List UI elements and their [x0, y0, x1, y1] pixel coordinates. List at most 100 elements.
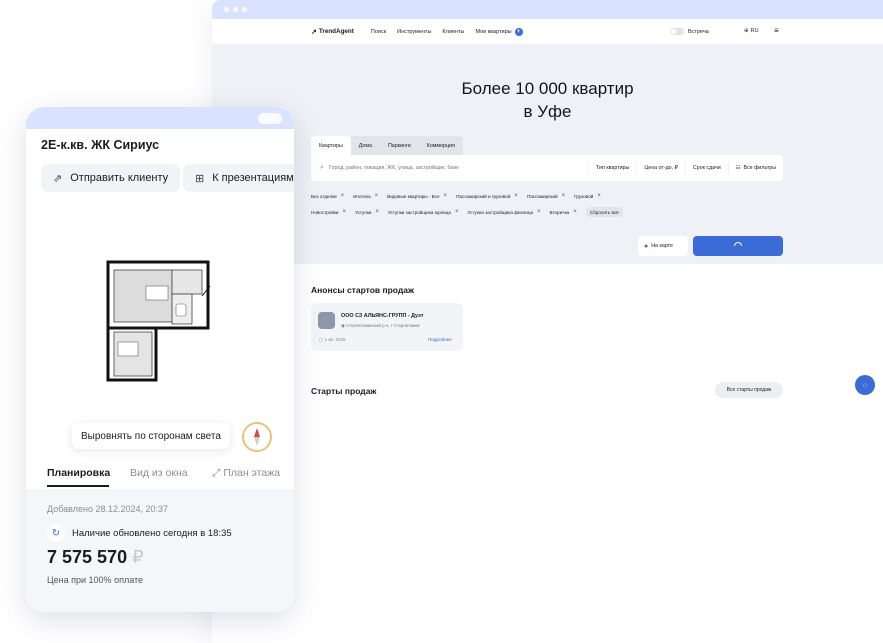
chip-label: Уступки застройщика физлица — [467, 209, 534, 215]
currency-sign: ₽ — [132, 547, 144, 567]
plus-icon: + — [514, 27, 523, 36]
chip-label: Пассажирский — [526, 193, 558, 199]
meeting-toggle[interactable] — [670, 28, 684, 35]
close-icon[interactable]: × — [562, 193, 566, 199]
reset-filters-button[interactable]: Сбросить всё — [585, 207, 623, 217]
filter-chip[interactable]: Уступки × — [355, 207, 379, 217]
close-icon[interactable]: × — [375, 209, 379, 215]
filter-chip[interactable]: Пассажирский и грузовой × — [456, 191, 518, 201]
price: 7 575 570 ₽ — [47, 547, 144, 568]
browser-title-bar — [212, 0, 883, 19]
all-starts-button[interactable]: Все старты продаж — [715, 382, 783, 398]
filter-label: Тип квартиры — [596, 165, 630, 171]
tab-floor-plan[interactable]: ⤢ План этажа — [212, 467, 280, 480]
close-icon[interactable]: × — [573, 209, 577, 215]
map-button[interactable]: ● На карте — [638, 236, 688, 256]
close-icon[interactable]: × — [342, 209, 346, 215]
phone-status-bar — [26, 107, 294, 129]
logo-text: TrendAgent — [318, 28, 354, 35]
filter-chip[interactable]: Вторичка × — [550, 207, 577, 217]
more-link[interactable]: Подробнее — [428, 337, 452, 342]
tab-apartments[interactable]: Квартиры — [311, 136, 351, 155]
active-tab-underline — [47, 485, 109, 487]
close-icon[interactable]: × — [341, 193, 345, 199]
close-icon[interactable]: × — [597, 193, 601, 199]
mobile-phone-frame: 2Е-к.кв. ЖК Сириус ⇗ Отправить клиенту ⊞… — [26, 107, 294, 612]
nav-item-my-apartments[interactable]: Мои квартиры + — [475, 27, 523, 36]
filter-deadline[interactable]: Срок сдачи — [684, 162, 728, 174]
apartment-info-panel: Добавлено 28.12.2024, 20:37 ↻ Наличие об… — [26, 489, 294, 612]
all-filters-button[interactable]: ☷ Все фильтры — [727, 162, 783, 174]
send-icon: ⇗ — [53, 172, 63, 185]
active-filter-chips: Без отделки × Ипотека × Видовые квартиры -… — [311, 191, 631, 217]
filter-label: Все фильтры — [743, 165, 776, 171]
close-icon[interactable]: × — [444, 193, 448, 199]
meeting-label: Встреча — [688, 28, 709, 35]
filter-chip[interactable]: Без отделки × — [311, 191, 344, 201]
added-date: Добавлено 28.12.2024, 20:37 — [47, 504, 169, 514]
filter-chip[interactable]: Грузовой × — [574, 191, 601, 201]
close-icon[interactable]: × — [375, 193, 379, 199]
button-label: К презентациям — [212, 172, 294, 184]
filter-chip[interactable]: Уступки застройщика физлица × — [467, 207, 540, 217]
filter-label: Цена от-до, ₽ — [644, 165, 678, 171]
nav-item-label: Мои квартиры — [475, 28, 512, 35]
tab-houses[interactable]: Дома — [350, 136, 380, 155]
address-text: Стерлитамакский р-н, г Стерлитамак — [345, 323, 420, 328]
nav-item-clients[interactable]: Клиенты — [442, 28, 464, 36]
chip-label: Уступки застройщика юрлица — [387, 209, 451, 215]
chat-icon[interactable]: ◌ — [855, 375, 875, 395]
show-results-button[interactable] — [693, 236, 783, 256]
filter-apartment-type[interactable]: Тип квартиры — [588, 162, 636, 174]
announcement-date: ▢ 1 кв. 2025 — [319, 337, 346, 343]
chip-label: Вторичка — [549, 209, 570, 215]
expand-icon: ⤢ — [212, 467, 221, 479]
announcements-title: Анонсы стартов продаж — [311, 285, 415, 295]
tab-window-view[interactable]: Вид из окна — [130, 467, 188, 479]
add-to-presentation-button[interactable]: ⊞ К презентациям — [183, 164, 294, 192]
search-bar: ⌕ Тип квартиры Цена от-до, ₽ Срок сдачи … — [311, 155, 783, 181]
tab-layout[interactable]: Планировка — [47, 467, 110, 479]
compass-icon[interactable] — [242, 422, 272, 452]
send-to-client-button[interactable]: ⇗ Отправить клиенту — [41, 164, 181, 192]
main-nav: Поиск Инструменты Клиенты Мои квартиры + — [371, 27, 523, 36]
compass-needle — [254, 428, 260, 446]
close-icon[interactable]: × — [537, 209, 541, 215]
nav-item-tools[interactable]: Инструменты — [397, 28, 431, 36]
tab-parking[interactable]: Паркинги — [379, 136, 419, 155]
chip-label: Пассажирский и грузовой — [456, 193, 511, 199]
announcement-title: ООО СЗ АЛЬЯНС-ГРУПП - Дуэт — [341, 313, 424, 319]
filter-chip[interactable]: Новостройки × — [311, 207, 346, 217]
price-value: 7 575 570 — [47, 547, 128, 567]
filter-chip[interactable]: Ипотека × — [353, 191, 378, 201]
close-icon[interactable]: × — [514, 193, 518, 199]
nav-item-search[interactable]: Поиск — [371, 28, 386, 36]
close-icon[interactable]: × — [455, 209, 459, 215]
hero-title: Более 10 000 квартир в Уфе — [461, 79, 634, 121]
tab-commercial[interactable]: Коммерция — [418, 136, 463, 155]
language-label: RU — [750, 28, 759, 34]
chip-label: Уступки — [354, 209, 372, 215]
desktop-browser-window: ↗ TrendAgent Поиск Инструменты Клиенты М… — [212, 0, 883, 643]
property-type-tabs: Квартиры Дома Паркинги Коммерция — [311, 136, 463, 155]
filter-chip[interactable]: Пассажирский × — [527, 191, 565, 201]
filter-label: Срок сдачи — [692, 165, 721, 171]
search-input[interactable] — [329, 165, 589, 171]
filter-chip[interactable]: Видовые квартиры - Все × — [387, 191, 447, 201]
calendar-icon: ▢ — [319, 337, 324, 342]
apartment-title: 2Е-к.кв. ЖК Сириус — [41, 138, 160, 152]
logo[interactable]: ↗ TrendAgent — [311, 28, 354, 36]
chip-label: Ипотека — [353, 193, 371, 199]
menu-icon[interactable]: ≡ — [774, 26, 779, 35]
language-selector[interactable]: ⊕ RU — [744, 28, 759, 34]
announcement-card[interactable]: ООО СЗ АЛЬЯНС-ГРУПП - Дуэт ◉ Стерлитамак… — [311, 303, 463, 351]
building-thumbnail — [318, 312, 335, 329]
align-to-cardinal-directions-button[interactable]: Выровнять по сторонам света — [72, 423, 230, 449]
window-dot — [242, 7, 247, 12]
header-right: Встреча — [670, 19, 709, 44]
updated-text: Наличие обновлено сегодня в 18:35 — [72, 527, 232, 539]
availability-updated: ↻ Наличие обновлено сегодня в 18:35 — [47, 524, 232, 542]
filter-chip[interactable]: Уступки застройщика юрлица × — [388, 207, 459, 217]
composite-stage: ↗ TrendAgent Поиск Инструменты Клиенты М… — [0, 0, 883, 643]
filter-price[interactable]: Цена от-до, ₽ — [636, 162, 685, 174]
